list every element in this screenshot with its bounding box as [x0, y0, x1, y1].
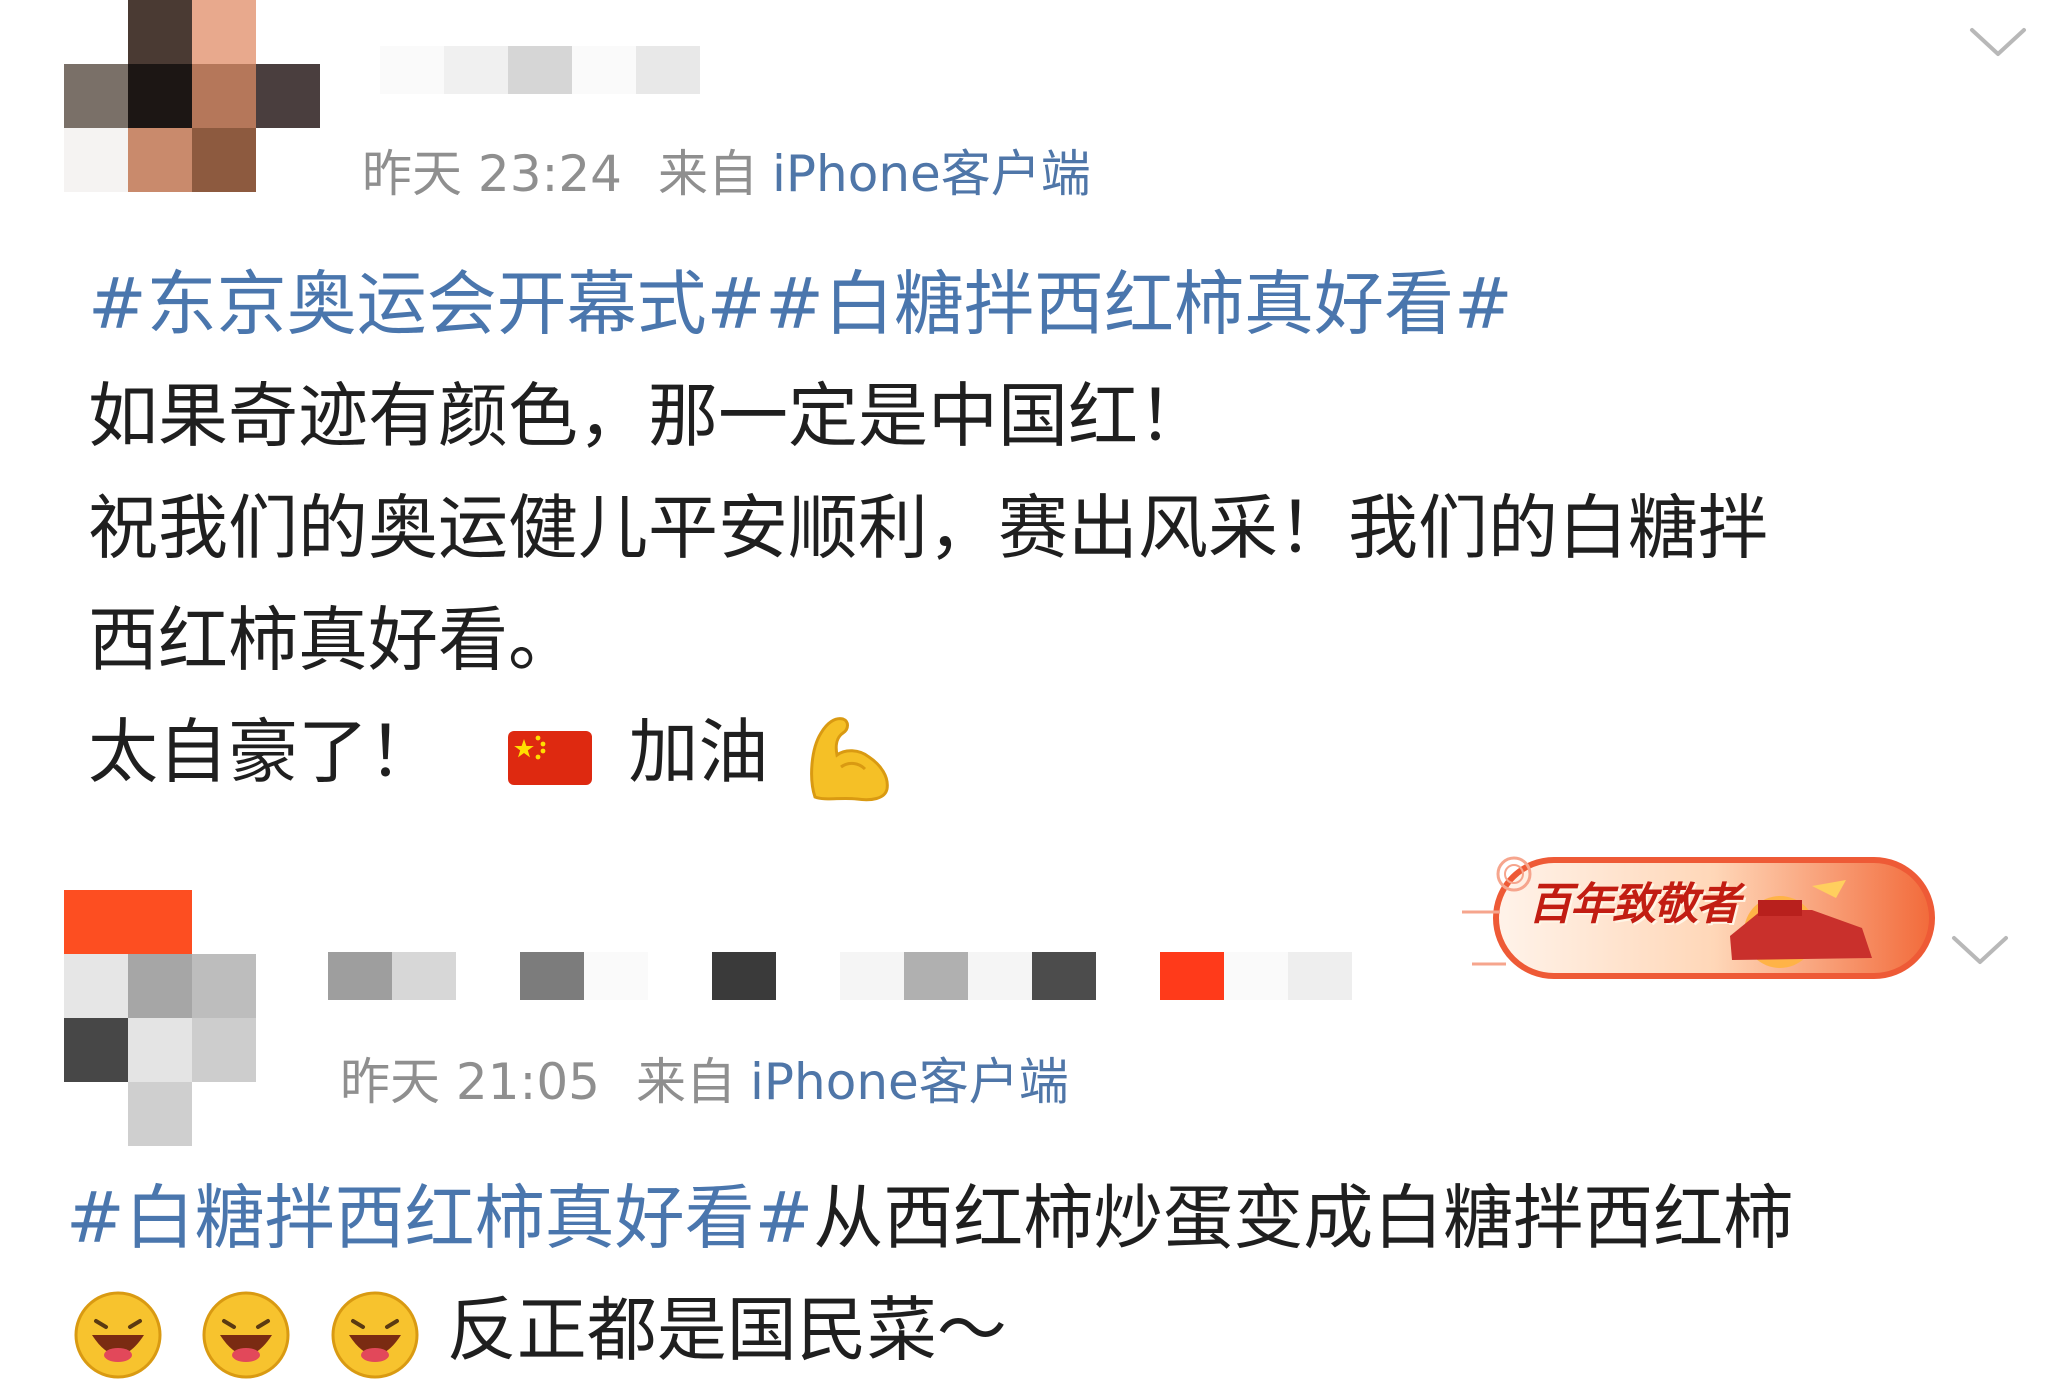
username-blurred[interactable]	[380, 46, 700, 94]
content-line: 西红柿真好看。	[88, 599, 578, 681]
badge-label: 百年致敬者	[1528, 879, 1740, 930]
cheer-text: 加油	[628, 711, 769, 793]
post-meta: 昨天 23:24 来自 iPhone客户端	[362, 134, 1091, 206]
content-text: 从西红柿炒蛋变成白糖拌西红柿	[813, 1177, 1794, 1259]
topic-link[interactable]: #东京奥运会开幕式##白糖拌西红柿真好看#	[88, 248, 1768, 360]
content-line: 祝我们的奥运健儿平安顺利，赛出风采！我们的白糖拌	[88, 487, 1768, 569]
post-time: 昨天 23:24	[362, 145, 622, 203]
chevron-down-icon[interactable]	[1968, 22, 2028, 62]
content-text: 反正都是国民菜～	[446, 1289, 1007, 1371]
content-line: 反正都是国民菜～	[66, 1274, 1793, 1386]
post-meta: 昨天 21:05 来自 iPhone客户端	[340, 1042, 1069, 1114]
source-link[interactable]: iPhone客户端	[750, 1042, 1069, 1114]
centennial-badge[interactable]: 百年致敬者	[1462, 840, 1940, 992]
china-flag-icon	[508, 730, 593, 785]
source-link[interactable]: iPhone客户端	[772, 134, 1091, 206]
laughing-face-icon	[74, 1291, 162, 1379]
topic-link[interactable]: #白糖拌西红柿真好看#	[66, 1177, 813, 1259]
proud-text: 太自豪了！	[88, 711, 438, 793]
post-time: 昨天 21:05	[340, 1053, 600, 1111]
username-blurred[interactable]	[328, 952, 1352, 1000]
avatar[interactable]	[64, 890, 320, 1146]
laughing-face-icon	[202, 1291, 290, 1379]
laughing-face-icon	[331, 1291, 419, 1379]
content-line: 如果奇迹有颜色，那一定是中国红！	[88, 375, 1208, 457]
content-line: 太自豪了！ 加油	[88, 696, 1768, 808]
weibo-post: 昨天 23:24 来自 iPhone客户端 #东京奥运会开幕式##白糖拌西红柿真…	[0, 0, 2048, 820]
from-label: 来自	[636, 1053, 736, 1111]
post-content: #东京奥运会开幕式##白糖拌西红柿真好看# 如果奇迹有颜色，那一定是中国红！ 祝…	[88, 248, 1768, 808]
flexed-biceps-icon	[809, 717, 889, 802]
avatar[interactable]	[64, 0, 320, 256]
content-line: #白糖拌西红柿真好看#从西红柿炒蛋变成白糖拌西红柿	[66, 1162, 1793, 1274]
from-label: 来自	[658, 145, 758, 203]
chevron-down-icon[interactable]	[1950, 930, 2010, 970]
post-content: #白糖拌西红柿真好看#从西红柿炒蛋变成白糖拌西红柿 反正都是国民菜～	[66, 1162, 1793, 1386]
